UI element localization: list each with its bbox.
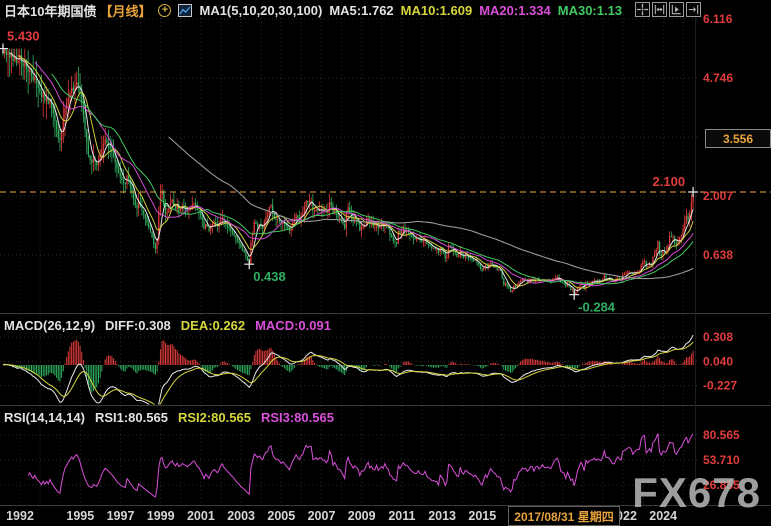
- time-axis-label: 2001: [187, 509, 215, 523]
- rsi3-value: RSI3:80.565: [261, 410, 334, 425]
- instrument-title: 日本10年期国债: [4, 1, 96, 20]
- time-axis-label: 1995: [66, 509, 94, 523]
- macd-axis-label: -0.227: [703, 379, 737, 393]
- fit-axis-icon[interactable]: [652, 2, 667, 17]
- scroll-right-glyph: [670, 3, 683, 16]
- jump-end-icon[interactable]: [686, 2, 701, 17]
- time-axis-label: 2005: [267, 509, 295, 523]
- macd-axis-label: 0.040: [703, 354, 733, 368]
- y-axis-label: 4.746: [703, 71, 733, 85]
- y-axis-label: 2.007: [703, 189, 733, 203]
- crosshair-date-box: 2017/08/31 星期四: [508, 506, 620, 526]
- y-axis-label: 6.116: [703, 12, 733, 26]
- add-icon[interactable]: +: [158, 4, 171, 17]
- macd-diff-value: DIFF:0.308: [105, 318, 171, 333]
- time-axis-label: 1999: [147, 509, 175, 523]
- app-root: { "header": { "title": "日本10年期国债", "peri…: [0, 0, 771, 526]
- time-axis-label: 1997: [107, 509, 135, 523]
- time-axis-label: 2003: [227, 509, 255, 523]
- time-axis-label: 2007: [308, 509, 336, 523]
- low-marker-label: -0.284: [578, 300, 616, 315]
- time-axis-label: 2013: [428, 509, 456, 523]
- crosshair-glyph: [636, 3, 649, 16]
- last-high-marker-label: 2.100: [653, 174, 686, 189]
- scroll-right-icon[interactable]: [669, 2, 684, 17]
- macd-header: MACD(26,12,9) DIFF:0.308 DEA:0.262 MACD:…: [4, 317, 331, 333]
- macd-params: MACD(26,12,9): [4, 318, 95, 333]
- chart-toolbar: [635, 2, 701, 17]
- macd-axis-label: 0.308: [703, 330, 733, 344]
- rsi-axis-label: 53.710: [703, 453, 740, 467]
- period-label: 【月线】: [99, 1, 151, 20]
- indicator-chart-icon[interactable]: [178, 4, 192, 17]
- indicator-chart-glyph: [179, 5, 191, 16]
- ma20-value: MA20:1.334: [479, 3, 551, 18]
- low-marker-label: 0.438: [253, 269, 286, 284]
- rsi2-value: RSI2:80.565: [178, 410, 251, 425]
- ma10-value: MA10:1.609: [401, 3, 473, 18]
- rsi-panel[interactable]: [0, 425, 695, 505]
- ma5-value: MA5:1.762: [329, 3, 393, 18]
- main-panel[interactable]: [0, 20, 695, 313]
- rsi1-value: RSI1:80.565: [95, 410, 168, 425]
- rsi-axis-label: 80.565: [703, 428, 740, 442]
- ma-settings-label: MA1(5,10,20,30,100): [199, 3, 322, 18]
- fit-axis-glyph: [653, 3, 666, 16]
- rsi-header: RSI(14,14,14) RSI1:80.565 RSI2:80.565 RS…: [4, 409, 334, 425]
- macd-dea-value: DEA:0.262: [181, 318, 245, 333]
- crosshair-icon[interactable]: [635, 2, 650, 17]
- y-axis-label: 0.638: [703, 248, 733, 262]
- watermark: FX678: [632, 472, 761, 514]
- time-axis-label: 2009: [348, 509, 376, 523]
- time-axis-label: 2011: [388, 509, 415, 523]
- crosshair-price-box: 3.556: [705, 129, 771, 148]
- time-axis-label: 1992: [6, 509, 34, 523]
- ma30-value: MA30:1.13: [558, 3, 622, 18]
- jump-end-glyph: [687, 3, 700, 16]
- time-axis-label: 2015: [468, 509, 496, 523]
- high-marker-label: 5.430: [7, 29, 40, 44]
- chart-canvas[interactable]: 6.116 4.746 2.007 0.638 0.308 0.040 -0.227 80.5…: [0, 0, 771, 526]
- chart-header: 日本10年期国债 【月线】 + MA1(5,10,20,30,100) MA5:…: [4, 1, 622, 20]
- rsi-params: RSI(14,14,14): [4, 410, 85, 425]
- macd-macd-value: MACD:0.091: [255, 318, 331, 333]
